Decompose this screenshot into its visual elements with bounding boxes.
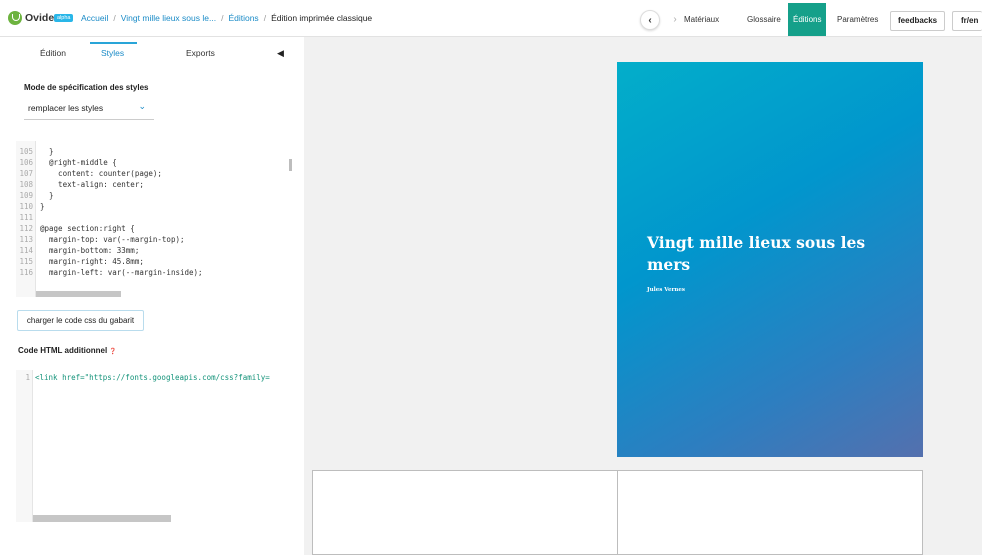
- print-preview[interactable]: Vingt mille lieux sous les mers Jules Ve…: [304, 37, 982, 555]
- html-code-editor[interactable]: 1 <link href="https://fonts.googleapis.c…: [16, 370, 308, 522]
- tab-exports[interactable]: Exports: [186, 48, 215, 58]
- menu-parametres[interactable]: Paramètres: [832, 3, 883, 36]
- mode-select[interactable]: remplacer les styles ⌄: [24, 96, 154, 120]
- language-button[interactable]: fr/en: [952, 11, 982, 31]
- alpha-badge: alpha: [54, 14, 74, 22]
- back-arrow-icon[interactable]: ‹: [640, 10, 660, 30]
- breadcrumb: Accueil / Vingt mille lieux sous le... / Édi…: [81, 13, 372, 23]
- breadcrumb-editions[interactable]: Éditions: [228, 13, 258, 23]
- mode-title: Mode de spécification des styles: [24, 83, 149, 92]
- menu-editions[interactable]: Éditions: [788, 3, 827, 36]
- help-icon[interactable]: ❓: [109, 349, 116, 355]
- line-number: 1: [25, 373, 30, 382]
- breadcrumb-current: Édition imprimée classique: [271, 13, 373, 23]
- breadcrumb-separator: /: [263, 13, 267, 23]
- horizontal-scrollbar[interactable]: [36, 291, 121, 297]
- collapse-panel-icon[interactable]: ◀: [277, 48, 284, 59]
- breadcrumb-separator: /: [113, 13, 116, 23]
- menu-materiaux[interactable]: Matériaux: [679, 3, 724, 36]
- chevron-down-icon: ⌄: [138, 101, 146, 111]
- breadcrumb-separator: /: [221, 13, 224, 23]
- html-code-line: <link href="https://fonts.googleapis.com…: [35, 373, 270, 382]
- line-number-gutter: [16, 370, 33, 522]
- top-bar: Ovide alpha Accueil / Vingt mille lieux so…: [0, 0, 982, 37]
- feedbacks-button[interactable]: feedbacks: [890, 11, 946, 31]
- breadcrumb-book[interactable]: Vingt mille lieux sous le...: [121, 13, 216, 23]
- html-code-title: Code HTML additionnel ❓: [18, 346, 117, 355]
- css-code-editor[interactable]: 105 } 106 @right-middle { 107 content: c…: [16, 141, 300, 297]
- cover-title: Vingt mille lieux sous les mers: [647, 233, 866, 274]
- horizontal-scrollbar[interactable]: [33, 515, 171, 522]
- active-tab-indicator: [90, 42, 137, 44]
- ovide-logo-icon[interactable]: [8, 11, 22, 25]
- preview-page-left: [312, 470, 618, 555]
- tab-edition[interactable]: Édition: [40, 48, 66, 58]
- tab-styles[interactable]: Styles: [101, 48, 124, 58]
- brand-name[interactable]: Ovide: [25, 12, 54, 24]
- styles-panel: Édition Styles Exports ◀ Mode de spécifi…: [0, 37, 308, 555]
- book-cover: Vingt mille lieux sous les mers Jules Ve…: [617, 62, 923, 457]
- menu-glossaire[interactable]: Glossaire: [742, 3, 786, 36]
- vertical-scrollbar[interactable]: [289, 159, 292, 171]
- load-template-css-button[interactable]: charger le code css du gabarit: [17, 310, 144, 331]
- cover-author: Jules Vernes: [647, 287, 685, 293]
- mode-select-value: remplacer les styles: [28, 103, 104, 113]
- breadcrumb-home[interactable]: Accueil: [81, 13, 108, 23]
- preview-page-right: [617, 470, 923, 555]
